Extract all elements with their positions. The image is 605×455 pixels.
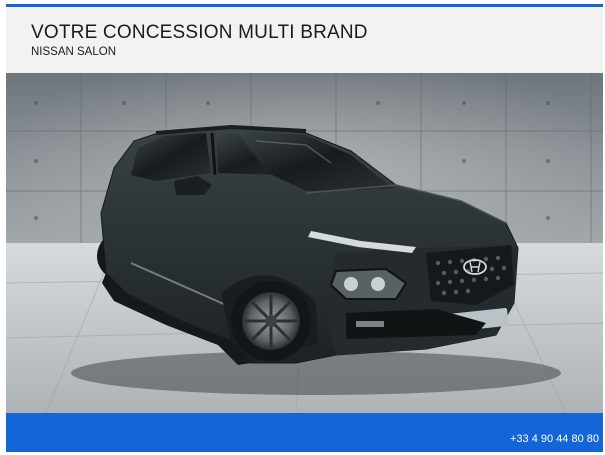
- car-photo-illustration: [6, 73, 603, 413]
- contact-footer: +33 4 90 44 80 80: [6, 413, 603, 452]
- card-header: VOTRE CONCESSION MULTI BRAND NISSAN SALO…: [6, 7, 603, 73]
- dealer-card[interactable]: VOTRE CONCESSION MULTI BRAND NISSAN SALO…: [6, 4, 603, 452]
- phone-number[interactable]: +33 4 90 44 80 80: [510, 433, 599, 445]
- dealer-subtitle: NISSAN SALON: [31, 46, 116, 58]
- dealer-title: VOTRE CONCESSION MULTI BRAND: [31, 22, 368, 43]
- car-photo[interactable]: [6, 73, 603, 413]
